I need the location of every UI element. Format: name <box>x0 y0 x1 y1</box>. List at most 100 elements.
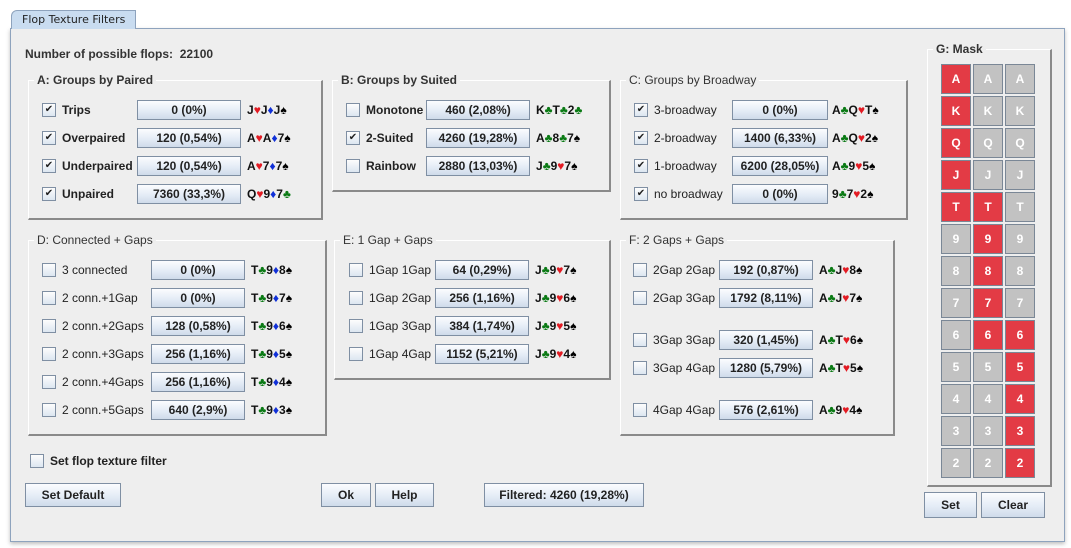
checkbox-box[interactable] <box>349 319 363 333</box>
mask-cell-3-2[interactable]: 3 <box>973 416 1003 446</box>
checkbox-box[interactable]: ✔ <box>634 187 648 201</box>
mask-cell-7-3[interactable]: 7 <box>1005 288 1035 318</box>
mask-cell-k-1[interactable]: K <box>941 96 971 126</box>
checkbox-1gap-4gap[interactable]: 1Gap 4Gap <box>349 344 431 364</box>
count-button-no-broadway[interactable]: 0 (0%) <box>732 184 828 204</box>
count-button-1gap-3gap[interactable]: 384 (1,74%) <box>435 316 529 336</box>
checkbox-box[interactable]: ✔ <box>42 103 56 117</box>
checkbox-2gap-3gap[interactable]: 2Gap 3Gap <box>633 288 715 308</box>
mask-cell-8-3[interactable]: 8 <box>1005 256 1035 286</box>
checkbox-box[interactable]: ✔ <box>346 131 360 145</box>
checkbox-trips[interactable]: ✔ Trips <box>42 100 91 120</box>
count-button-3-broadway[interactable]: 0 (0%) <box>732 100 828 120</box>
checkbox-2-conn-3gaps[interactable]: 2 conn.+3Gaps <box>42 344 144 364</box>
checkbox-box[interactable]: ✔ <box>42 187 56 201</box>
checkbox-3-connected[interactable]: 3 connected <box>42 260 127 280</box>
checkbox-box[interactable]: ✔ <box>42 131 56 145</box>
checkbox-unpaired[interactable]: ✔ Unpaired <box>42 184 114 204</box>
checkbox-rainbow[interactable]: Rainbow <box>346 156 416 176</box>
mask-cell-3-3[interactable]: 3 <box>1005 416 1035 446</box>
mask-cell-2-3[interactable]: 2 <box>1005 448 1035 478</box>
checkbox-monotone[interactable]: Monotone <box>346 100 423 120</box>
mask-cell-t-3[interactable]: T <box>1005 192 1035 222</box>
checkbox-underpaired[interactable]: ✔ Underpaired <box>42 156 133 176</box>
checkbox-3-broadway[interactable]: ✔ 3-broadway <box>634 100 717 120</box>
mask-cell-j-1[interactable]: J <box>941 160 971 190</box>
count-button-1gap-1gap[interactable]: 64 (0,29%) <box>435 260 529 280</box>
checkbox-box[interactable] <box>42 403 56 417</box>
count-button-4gap-4gap[interactable]: 576 (2,61%) <box>719 400 813 420</box>
count-button-1-broadway[interactable]: 6200 (28,05%) <box>732 156 828 176</box>
checkbox-box[interactable] <box>42 319 56 333</box>
checkbox-box[interactable] <box>346 103 360 117</box>
checkbox-box[interactable] <box>349 263 363 277</box>
checkbox-no-broadway[interactable]: ✔ no broadway <box>634 184 723 204</box>
count-button-overpaired[interactable]: 120 (0,54%) <box>137 128 241 148</box>
mask-set-button[interactable]: Set <box>924 492 977 518</box>
count-button-1gap-2gap[interactable]: 256 (1,16%) <box>435 288 529 308</box>
mask-cell-t-2[interactable]: T <box>973 192 1003 222</box>
help-button[interactable]: Help <box>375 483 434 507</box>
checkbox-1gap-3gap[interactable]: 1Gap 3Gap <box>349 316 431 336</box>
mask-cell-q-3[interactable]: Q <box>1005 128 1035 158</box>
checkbox-2-suited[interactable]: ✔ 2-Suited <box>346 128 413 148</box>
mask-cell-8-1[interactable]: 8 <box>941 256 971 286</box>
tab-flop-texture-filters[interactable]: Flop Texture Filters <box>11 10 137 29</box>
mask-cell-7-2[interactable]: 7 <box>973 288 1003 318</box>
checkbox-2gap-2gap[interactable]: 2Gap 2Gap <box>633 260 715 280</box>
count-button-unpaired[interactable]: 7360 (33,3%) <box>137 184 241 204</box>
mask-cell-6-2[interactable]: 6 <box>973 320 1003 350</box>
checkbox-box[interactable]: ✔ <box>634 159 648 173</box>
mask-cell-k-3[interactable]: K <box>1005 96 1035 126</box>
checkbox-2-conn-1gap[interactable]: 2 conn.+1Gap <box>42 288 138 308</box>
count-button-rainbow[interactable]: 2880 (13,03%) <box>426 156 530 176</box>
mask-cell-6-3[interactable]: 6 <box>1005 320 1035 350</box>
mask-cell-5-3[interactable]: 5 <box>1005 352 1035 382</box>
count-button-2-broadway[interactable]: 1400 (6,33%) <box>732 128 828 148</box>
mask-cell-a-1[interactable]: A <box>941 64 971 94</box>
count-button-1gap-4gap[interactable]: 1152 (5,21%) <box>435 344 529 364</box>
mask-cell-5-2[interactable]: 5 <box>973 352 1003 382</box>
ok-button[interactable]: Ok <box>321 483 371 507</box>
checkbox-3gap-4gap[interactable]: 3Gap 4Gap <box>633 358 715 378</box>
count-button-2-conn-4gaps[interactable]: 256 (1,16%) <box>151 372 245 392</box>
checkbox-2-broadway[interactable]: ✔ 2-broadway <box>634 128 717 148</box>
filtered-button[interactable]: Filtered: 4260 (19,28%) <box>484 483 644 507</box>
mask-cell-a-2[interactable]: A <box>973 64 1003 94</box>
count-button-2-conn-5gaps[interactable]: 640 (2,9%) <box>151 400 245 420</box>
set-flop-texture-filter-checkbox[interactable]: Set flop texture filter <box>30 451 167 471</box>
count-button-2gap-2gap[interactable]: 192 (0,87%) <box>719 260 813 280</box>
mask-cell-2-2[interactable]: 2 <box>973 448 1003 478</box>
checkbox-box[interactable] <box>633 403 647 417</box>
mask-cell-6-1[interactable]: 6 <box>941 320 971 350</box>
count-button-3-connected[interactable]: 0 (0%) <box>151 260 245 280</box>
checkbox-box[interactable] <box>349 347 363 361</box>
checkbox-box[interactable] <box>633 333 647 347</box>
checkbox-2-conn-5gaps[interactable]: 2 conn.+5Gaps <box>42 400 144 420</box>
checkbox-box[interactable]: ✔ <box>42 159 56 173</box>
mask-cell-t-1[interactable]: T <box>941 192 971 222</box>
checkbox-box[interactable] <box>42 291 56 305</box>
mask-cell-9-2[interactable]: 9 <box>973 224 1003 254</box>
checkbox-box[interactable] <box>633 291 647 305</box>
checkbox-box[interactable]: ✔ <box>634 103 648 117</box>
mask-cell-7-1[interactable]: 7 <box>941 288 971 318</box>
mask-cell-j-2[interactable]: J <box>973 160 1003 190</box>
checkbox-1-broadway[interactable]: ✔ 1-broadway <box>634 156 717 176</box>
mask-cell-a-3[interactable]: A <box>1005 64 1035 94</box>
count-button-2-conn-1gap[interactable]: 0 (0%) <box>151 288 245 308</box>
mask-cell-5-1[interactable]: 5 <box>941 352 971 382</box>
count-button-3gap-4gap[interactable]: 1280 (5,79%) <box>719 358 813 378</box>
mask-cell-9-3[interactable]: 9 <box>1005 224 1035 254</box>
checkbox-2-conn-2gaps[interactable]: 2 conn.+2Gaps <box>42 316 144 336</box>
checkbox-2-conn-4gaps[interactable]: 2 conn.+4Gaps <box>42 372 144 392</box>
count-button-2-conn-3gaps[interactable]: 256 (1,16%) <box>151 344 245 364</box>
checkbox-box[interactable] <box>633 263 647 277</box>
checkbox-box[interactable]: ✔ <box>634 131 648 145</box>
mask-cell-j-3[interactable]: J <box>1005 160 1035 190</box>
mask-cell-4-1[interactable]: 4 <box>941 384 971 414</box>
checkbox-4gap-4gap[interactable]: 4Gap 4Gap <box>633 400 715 420</box>
checkbox-box[interactable] <box>30 454 44 468</box>
checkbox-1gap-2gap[interactable]: 1Gap 2Gap <box>349 288 431 308</box>
mask-cell-k-2[interactable]: K <box>973 96 1003 126</box>
